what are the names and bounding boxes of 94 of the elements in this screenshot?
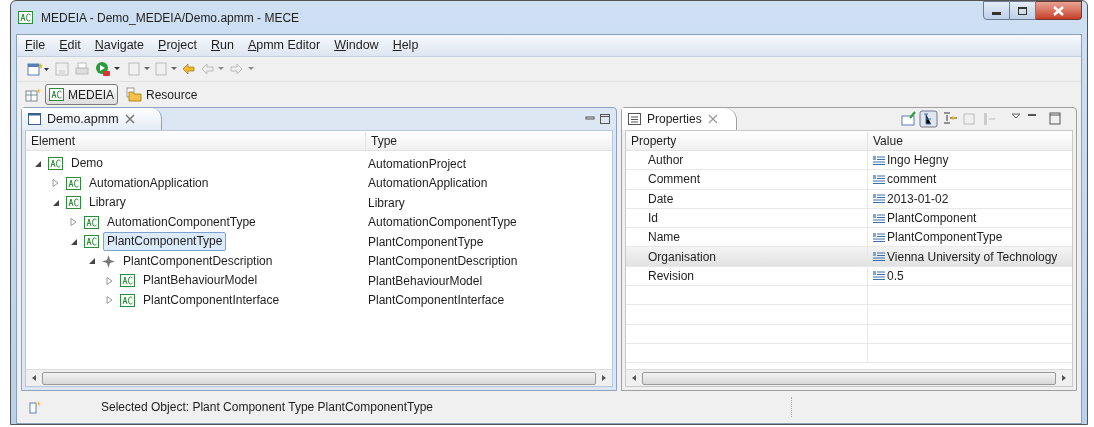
text-property-icon (873, 271, 885, 281)
text-property-icon (873, 252, 885, 262)
close-icon[interactable] (707, 114, 718, 124)
new-file-icon[interactable] (27, 62, 49, 76)
collapse-arrow-icon[interactable] (70, 237, 80, 246)
component-icon (84, 215, 99, 229)
text-property-icon (873, 213, 885, 223)
type-cell-text: AutomationApplication (367, 175, 488, 193)
column-header[interactable]: Type (366, 131, 397, 150)
collapse-arrow-icon[interactable] (52, 198, 62, 207)
menu-item[interactable]: Run (210, 36, 234, 55)
tree-item[interactable]: AutomationApplication (85, 173, 213, 193)
component-icon (49, 88, 64, 101)
horizontal-scrollbar[interactable] (626, 369, 1072, 386)
component-icon (66, 196, 81, 210)
type-cell-text: AutomationComponentType (367, 214, 517, 232)
property-value: PlantComponent (887, 210, 977, 228)
maximize-icon[interactable] (600, 114, 610, 124)
perspective-button[interactable]: Resource (122, 84, 202, 105)
column-header[interactable]: Property (626, 131, 868, 150)
tree-item[interactable]: AutomationComponentType (103, 212, 260, 232)
property-value: Ingo Hegny (887, 152, 949, 170)
tree-item[interactable]: PlantComponentDescription (119, 251, 277, 271)
property-name: Id (626, 208, 868, 228)
text-property-icon (873, 194, 885, 204)
text-property-icon (873, 174, 885, 184)
component-icon (120, 274, 135, 288)
property-row[interactable]: Id PlantComponent (626, 208, 1072, 229)
property-name: Name (626, 228, 868, 247)
property-name: Revision (626, 266, 868, 286)
scroll-left-icon[interactable] (630, 374, 638, 382)
run-icon[interactable] (95, 61, 121, 77)
menu-item[interactable]: File (25, 36, 46, 55)
property-row[interactable]: Date 2013-01-02 (626, 189, 1072, 209)
type-cell-text: PlantComponentInterface (367, 292, 505, 310)
component-icon (120, 293, 135, 307)
tree-item[interactable]: PlantBehaviourModel (139, 271, 262, 291)
text-property-icon (873, 155, 885, 165)
menu-item[interactable]: Apmm Editor (247, 36, 321, 55)
editor-icon (28, 113, 41, 125)
menu-item[interactable]: Edit (59, 36, 81, 55)
component-icon (84, 235, 99, 249)
properties-tab[interactable]: Properties (622, 108, 737, 130)
scroll-right-icon[interactable] (1060, 374, 1068, 382)
property-value: PlantComponentType (887, 229, 1003, 247)
property-value: Vienna University of Technology (887, 248, 1058, 266)
property-name: Date (626, 189, 868, 208)
window-title: MEDEIA - Demo_MEDEIA/Demo.apmm - MECE (41, 9, 300, 27)
property-value: 0.5 (887, 267, 904, 285)
property-row[interactable]: Author Ingo Hegny (626, 151, 1072, 171)
collapse-arrow-icon[interactable] (34, 159, 44, 168)
property-name: Organisation (626, 247, 868, 266)
minimize-button[interactable] (983, 1, 1010, 20)
component-icon (66, 176, 81, 190)
property-row[interactable]: Organisation Vienna University of Technology (626, 247, 1072, 267)
property-name: Author (626, 151, 868, 170)
tree-item[interactable]: PlantComponentInterface (139, 290, 284, 310)
close-icon[interactable] (124, 114, 135, 124)
column-header[interactable]: Element (26, 131, 366, 150)
menu-item[interactable]: Project (158, 36, 197, 55)
type-cell-text: PlantBehaviourModel (367, 272, 483, 290)
component-icon (18, 11, 33, 24)
scroll-right-icon[interactable] (600, 374, 608, 382)
property-row[interactable]: Comment comment (626, 170, 1072, 190)
editor-tab[interactable]: Demo.apmm (22, 108, 162, 130)
type-cell-text: AutomationProject (367, 155, 467, 173)
component-icon (48, 157, 63, 171)
close-button[interactable] (1036, 1, 1082, 20)
tree-item[interactable]: Demo (67, 154, 107, 174)
type-cell-text: Library (367, 194, 405, 212)
close-icon (1053, 5, 1064, 16)
maximize-button[interactable] (1010, 1, 1036, 20)
status-icon (29, 400, 41, 414)
folder-icon (126, 87, 142, 102)
menu-item[interactable]: Window (334, 36, 379, 55)
column-header[interactable]: Value (868, 131, 903, 150)
type-cell-text: PlantComponentDescription (367, 253, 518, 271)
horizontal-scrollbar[interactable] (26, 369, 612, 386)
collapse-arrow-icon[interactable] (88, 257, 98, 266)
text-property-icon (873, 232, 885, 242)
type-cell-text: PlantComponentType (367, 233, 484, 251)
property-value: comment (887, 171, 937, 189)
open-perspective-icon[interactable] (25, 87, 41, 102)
tree-item[interactable]: PlantComponentType (103, 232, 227, 252)
menu-item[interactable]: Help (392, 36, 419, 55)
property-name: Comment (626, 170, 868, 189)
menu-item[interactable]: Navigate (94, 36, 145, 55)
property-value: 2013-01-02 (887, 190, 949, 208)
perspective-button[interactable]: MEDEIA (45, 84, 118, 105)
property-row[interactable]: Revision 0.5 (626, 266, 1072, 287)
tree-item[interactable]: Library (85, 193, 130, 213)
status-text: Selected Object: Plant Component Type PlantComponentType (101, 399, 434, 416)
scroll-left-icon[interactable] (30, 374, 38, 382)
properties-icon (628, 113, 641, 125)
